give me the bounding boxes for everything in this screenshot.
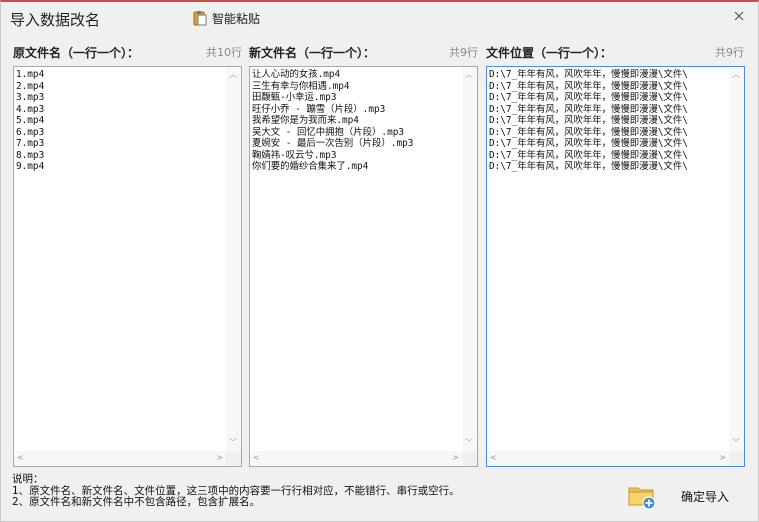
scroll-left-icon[interactable]: < bbox=[253, 453, 260, 463]
scroll-right-icon[interactable]: > bbox=[216, 453, 223, 463]
dialog-title: 导入数据改名 bbox=[10, 11, 101, 29]
text-line: 夏婉安 - 最后一次告别（片段）.mp3 bbox=[252, 138, 414, 149]
scroll-up-icon[interactable]: ︿ bbox=[229, 70, 237, 80]
text-line: D:\7_年年有风，风吹年年，慢慢即漫漫\文件\ bbox=[489, 126, 688, 138]
text-line: D:\7_年年有风，风吹年年，慢慢即漫漫\文件\ bbox=[489, 103, 688, 115]
text-line: 6.mp3 bbox=[16, 126, 45, 138]
file-location-header: 文件位置（一行一个）： bbox=[486, 46, 613, 60]
vertical-scrollbar[interactable]: ︿ ﹀ bbox=[226, 67, 241, 451]
vertical-scrollbar[interactable]: ︿ ﹀ bbox=[729, 67, 744, 451]
vertical-scrollbar[interactable]: ︿ ﹀ bbox=[462, 67, 477, 451]
close-icon bbox=[734, 11, 744, 21]
original-name-count: 共10行 bbox=[206, 46, 242, 59]
close-button[interactable] bbox=[730, 7, 748, 25]
text-line: 鞠婧祎-叹云兮.mp3 bbox=[252, 149, 337, 161]
text-line: D:\7_年年有风，风吹年年，慢慢即漫漫\文件\ bbox=[489, 138, 688, 149]
scroll-down-icon[interactable]: ﹀ bbox=[732, 438, 740, 448]
instructions-heading: 说明： bbox=[12, 473, 44, 485]
text-line: 我希望你是为我而来.mp4 bbox=[252, 115, 359, 126]
text-line: 8.mp3 bbox=[16, 149, 45, 161]
text-line: D:\7_年年有风，风吹年年，慢慢即漫漫\文件\ bbox=[489, 161, 688, 172]
text-line: D:\7_年年有风，风吹年年，慢慢即漫漫\文件\ bbox=[489, 149, 688, 161]
text-line: D:\7_年年有风，风吹年年，慢慢即漫漫\文件\ bbox=[489, 115, 688, 126]
text-line: 旺仔小乔 - 蹦雪（片段）.mp3 bbox=[252, 103, 386, 115]
file-location-count: 共9行 bbox=[715, 46, 744, 59]
text-line: 5.mp4 bbox=[16, 115, 45, 126]
confirm-import-button[interactable]: 确定导入 bbox=[622, 477, 746, 515]
confirm-import-label: 确定导入 bbox=[681, 489, 730, 504]
instructions-line-2: 2、原文件名和新文件名中不包含路径，包含扩展名。 bbox=[12, 496, 261, 508]
scroll-left-icon[interactable]: < bbox=[17, 453, 24, 463]
file-location-lines: D:\7_年年有风，风吹年年，慢慢即漫漫\文件\ D:\7_年年有风，风吹年年，慢… bbox=[489, 69, 728, 173]
text-line: 4.mp3 bbox=[16, 103, 45, 115]
scroll-left-icon[interactable]: < bbox=[490, 453, 497, 463]
new-name-header: 新文件名（一行一个）： bbox=[249, 46, 376, 60]
text-line: 吴大文 - 回忆中拥抱（片段）.mp3 bbox=[252, 126, 405, 138]
horizontal-scrollbar[interactable]: < > bbox=[14, 451, 226, 466]
scroll-up-icon[interactable]: ︿ bbox=[732, 70, 740, 80]
text-line: D:\7_年年有风，风吹年年，慢慢即漫漫\文件\ bbox=[489, 92, 688, 103]
scroll-corner bbox=[226, 451, 241, 466]
text-line: 田馥甄-小幸运.mp3 bbox=[252, 92, 337, 103]
instructions: 说明： 1、原文件名、新文件名、文件位置，这三项中的内容要一行行相对应，不能错行… bbox=[12, 473, 460, 509]
original-name-lines: 1.mp4 2.mp4 3.mp3 4.mp3 5.mp4 6.mp3 7.mp3 8.mp3… bbox=[16, 69, 225, 173]
original-name-textarea[interactable]: 1.mp4 2.mp4 3.mp3 4.mp3 5.mp4 6.mp3 7.mp3 8.mp3… bbox=[13, 66, 242, 467]
scroll-right-icon[interactable]: > bbox=[452, 453, 459, 463]
scroll-down-icon[interactable]: ﹀ bbox=[229, 438, 237, 448]
scroll-corner bbox=[729, 451, 744, 466]
scroll-up-icon[interactable]: ︿ bbox=[465, 70, 473, 80]
new-name-textarea[interactable]: 让人心动的女孩.mp4 三生有幸与你相遇.mp4 田馥甄-小幸运.mp3 旺仔小乔 -… bbox=[249, 66, 478, 467]
text-line: 让人心动的女孩.mp4 bbox=[252, 69, 341, 80]
text-line: 9.mp4 bbox=[16, 161, 45, 172]
scroll-right-icon[interactable]: > bbox=[719, 453, 726, 463]
text-line: 2.mp4 bbox=[16, 80, 45, 92]
text-line: D:\7_年年有风，风吹年年，慢慢即漫漫\文件\ bbox=[489, 69, 688, 80]
text-line: 三生有幸与你相遇.mp4 bbox=[252, 80, 350, 92]
horizontal-scrollbar[interactable]: < > bbox=[250, 451, 462, 466]
original-name-header: 原文件名（一行一个）： bbox=[13, 46, 140, 60]
scroll-corner bbox=[462, 451, 477, 466]
folder-add-icon bbox=[628, 487, 656, 510]
smart-paste-label: 智能粘贴 bbox=[212, 11, 261, 26]
new-name-lines: 让人心动的女孩.mp4 三生有幸与你相遇.mp4 田馥甄-小幸运.mp3 旺仔小乔 -… bbox=[252, 69, 461, 173]
horizontal-scrollbar[interactable]: < > bbox=[487, 451, 729, 466]
text-line: 3.mp3 bbox=[16, 92, 45, 103]
new-name-count: 共9行 bbox=[449, 46, 478, 59]
text-line: D:\7_年年有风，风吹年年，慢慢即漫漫\文件\ bbox=[489, 80, 688, 92]
scroll-down-icon[interactable]: ﹀ bbox=[465, 438, 473, 448]
text-line: 你们要的婚纱合集来了.mp4 bbox=[252, 161, 369, 172]
smart-paste-button[interactable]: 智能粘贴 bbox=[192, 9, 260, 27]
text-line: 1.mp4 bbox=[16, 69, 45, 80]
file-location-textarea[interactable]: D:\7_年年有风，风吹年年，慢慢即漫漫\文件\ D:\7_年年有风，风吹年年，慢… bbox=[486, 66, 745, 467]
text-line: 7.mp3 bbox=[16, 138, 45, 149]
clipboard-icon bbox=[193, 11, 207, 26]
